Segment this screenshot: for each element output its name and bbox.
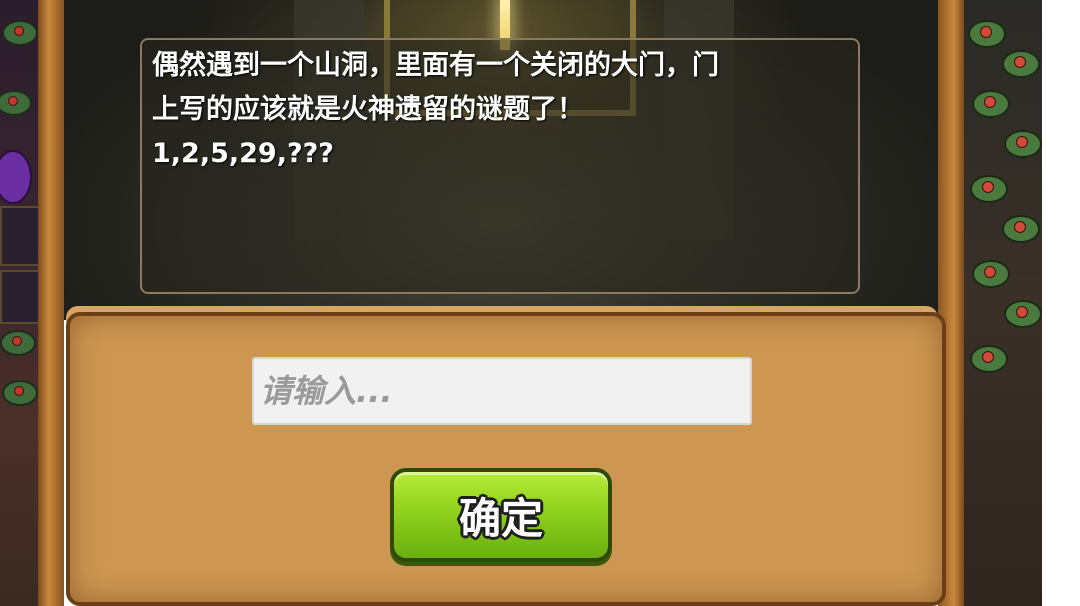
confirm-button-label: 确定 bbox=[458, 493, 543, 543]
monster-eye-icon bbox=[12, 336, 22, 346]
monster-eye-icon bbox=[1016, 136, 1028, 148]
monster-eye-icon bbox=[14, 26, 24, 36]
white-margin bbox=[1042, 0, 1080, 606]
monster-eye-icon bbox=[14, 386, 24, 396]
monster-eye-icon bbox=[984, 266, 996, 278]
purple-orb-icon bbox=[0, 150, 32, 204]
riddle-text-line: 上写的应该就是火神遗留的谜题了！ bbox=[152, 94, 584, 125]
answer-input[interactable] bbox=[252, 357, 752, 425]
skill-slot-icon[interactable] bbox=[0, 270, 40, 324]
wood-frame-left bbox=[38, 0, 64, 606]
monster-eye-icon bbox=[982, 351, 994, 363]
riddle-dialog-box: 偶然遇到一个山洞，里面有一个关闭的大门，门 上写的应该就是火神遗留的谜题了！ 1… bbox=[140, 38, 860, 294]
monster-eye-icon bbox=[982, 181, 994, 193]
confirm-button[interactable]: 确定 bbox=[390, 468, 612, 562]
monster-eye-icon bbox=[8, 96, 18, 106]
monster-eye-icon bbox=[1014, 221, 1026, 233]
monster-eye-icon bbox=[1014, 56, 1026, 68]
right-battlefield-strip bbox=[962, 0, 1042, 606]
left-battlefield-strip bbox=[0, 0, 40, 606]
riddle-text-line: 偶然遇到一个山洞，里面有一个关闭的大门，门 bbox=[152, 50, 719, 81]
riddle-sequence: 1,2,5,29,??? bbox=[152, 138, 334, 169]
monster-eye-icon bbox=[984, 96, 996, 108]
monster-eye-icon bbox=[1016, 306, 1028, 318]
skill-slot-gear-icon[interactable] bbox=[0, 206, 40, 266]
monster-eye-icon bbox=[980, 26, 992, 38]
